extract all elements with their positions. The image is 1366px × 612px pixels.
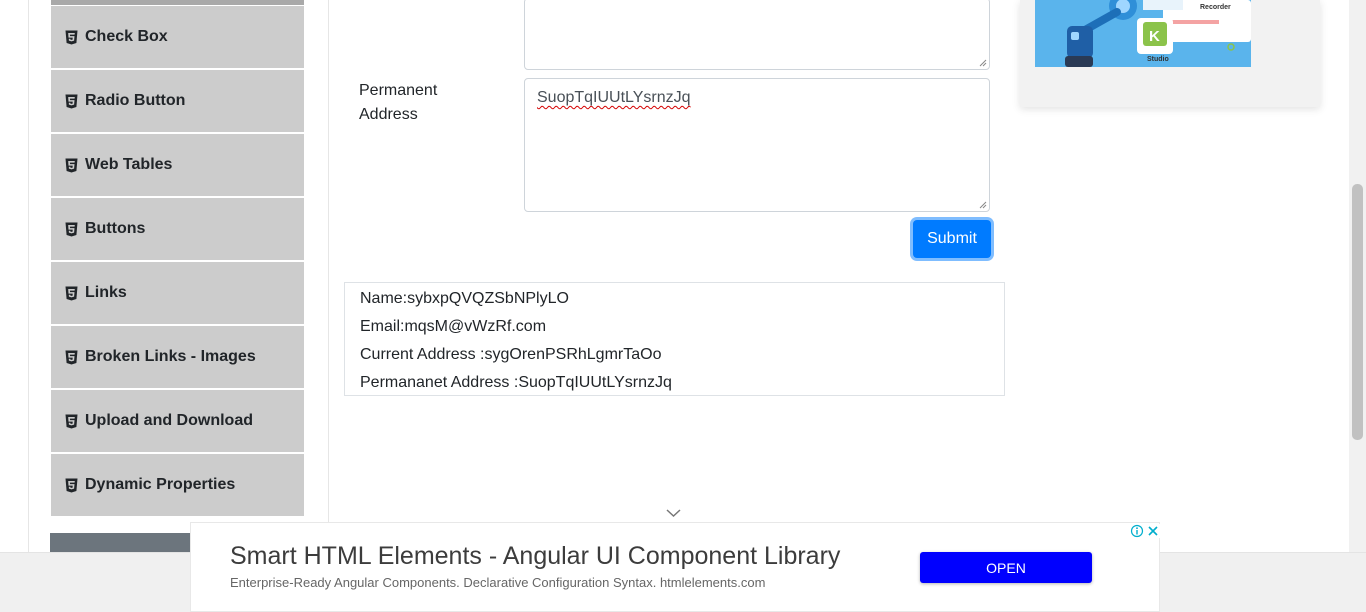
close-icon[interactable] — [1146, 524, 1160, 538]
html5-icon — [65, 350, 78, 364]
info-icon[interactable] — [1130, 524, 1144, 538]
side-ad-recorder-text: Recorder — [1200, 4, 1231, 11]
sidebar-item-radio-button[interactable]: Radio Button — [51, 70, 304, 132]
sidebar-item-label: Dynamic Properties — [85, 476, 236, 493]
side-ad-logo-letter: K — [1149, 28, 1160, 45]
html5-icon — [65, 158, 78, 172]
permanent-address-value: SuopTqIUUtLYsrnzJq — [537, 89, 691, 106]
output-name: Name:sybxpQVQZSbNPlyLO — [360, 290, 569, 307]
output-current-address: Current Address :sygOrenPSRhLgmrTaOo — [360, 346, 662, 363]
ad-open-button[interactable]: OPEN — [920, 552, 1092, 583]
sidebar-item-label: Check Box — [85, 28, 168, 45]
sidebar-item-label: Web Tables — [85, 156, 173, 173]
html5-icon — [65, 30, 78, 44]
resize-grip-icon[interactable] — [979, 201, 987, 209]
permanent-address-textarea[interactable]: SuopTqIUUtLYsrnzJq — [524, 78, 990, 212]
ad-title[interactable]: Smart HTML Elements - Angular UI Compone… — [230, 542, 840, 571]
sidebar-item-label: Buttons — [85, 220, 146, 237]
sidebar-item-label: Links — [85, 284, 127, 301]
side-ad-studio-text: Studio — [1147, 56, 1169, 63]
sidebar-item-links[interactable]: Links — [51, 262, 304, 324]
sidebar-item-web-tables[interactable]: Web Tables — [51, 134, 304, 196]
side-ad[interactable]: Recorder K Studio — [1020, 0, 1320, 107]
current-address-textarea[interactable] — [524, 0, 990, 70]
sidebar-item-broken-links-images[interactable]: Broken Links - Images — [51, 326, 304, 388]
sidebar-item-upload-and-download[interactable]: Upload and Download — [51, 390, 304, 452]
html5-icon — [65, 222, 78, 236]
ad-banner[interactable]: Smart HTML Elements - Angular UI Compone… — [190, 522, 1160, 612]
sidebar-item-label: Broken Links - Images — [85, 348, 256, 365]
output-email: Email:mqsM@vWzRf.com — [360, 318, 547, 335]
sidebar-next-group-header[interactable] — [50, 533, 191, 553]
page-scrollbar[interactable] — [1349, 0, 1366, 552]
html5-icon — [65, 414, 78, 428]
sidebar-top-edge — [51, 0, 304, 5]
output-permanent-address: Permananet Address :SuopTqIUUtLYsrnzJq — [360, 374, 672, 391]
output-panel: Name:sybxpQVQZSbNPlyLO Email:mqsM@vWzRf.… — [344, 282, 1005, 396]
resize-grip-icon[interactable] — [979, 59, 987, 67]
html5-icon — [65, 286, 78, 300]
sidebar-item-label: Upload and Download — [85, 412, 253, 429]
html5-icon — [65, 94, 78, 108]
left-divider — [28, 0, 29, 552]
sidebar-item-buttons[interactable]: Buttons — [51, 198, 304, 260]
html5-icon — [65, 478, 78, 492]
chevron-down-icon[interactable] — [666, 508, 681, 518]
main-divider — [328, 0, 329, 552]
side-ad-image: Recorder K Studio — [1035, 0, 1251, 67]
submit-button[interactable]: Submit — [913, 220, 991, 258]
scrollbar-thumb[interactable] — [1352, 184, 1363, 440]
sidebar-item-check-box[interactable]: Check Box — [51, 6, 304, 68]
ad-subtitle: Enterprise-Ready Angular Components. Dec… — [230, 575, 766, 590]
sidebar-item-dynamic-properties[interactable]: Dynamic Properties — [51, 454, 304, 516]
permanent-address-label: Permanent Address — [359, 82, 438, 123]
sidebar-item-label: Radio Button — [85, 92, 186, 109]
